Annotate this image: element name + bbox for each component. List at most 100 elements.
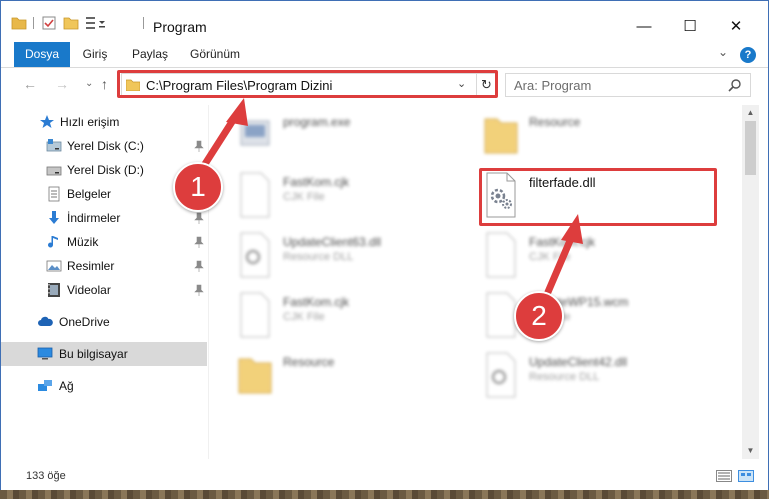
maximize-button[interactable]: ☐ [667,11,713,41]
file-name: FastKom.cjk [283,175,350,189]
address-bar-highlight [117,70,498,98]
tab-view[interactable]: Görünüm [185,42,245,67]
pin-icon[interactable] [194,212,204,224]
sidebar-item-videos[interactable]: Videolar [1,278,207,302]
file-item[interactable]: FastKom.cjk CJK File [237,171,487,227]
search-box[interactable] [505,73,751,97]
sidebar-item-label: OneDrive [59,315,110,329]
folder-item[interactable]: Resource [483,111,733,167]
star-icon [40,115,54,128]
file-name: Resource [529,115,581,129]
sidebar-item-label: Belgeler [67,187,112,201]
sidebar-item-pictures[interactable]: Resimler [1,254,207,278]
sidebar-item-quick-access[interactable]: Hızlı erişim [1,110,207,134]
file-icon [486,232,516,278]
sidebar-item-label: İndirmeler [67,211,121,225]
folder-item[interactable]: Resource [237,351,487,407]
new-folder-icon[interactable] [63,15,79,31]
sidebar-item-label: Ağ [59,379,74,393]
close-button[interactable]: ✕ [713,11,759,41]
sidebar-item-music[interactable]: Müzik [1,230,207,254]
file-type: Resource DLL [283,251,354,263]
sidebar-item-downloads[interactable]: İndirmeler [1,206,207,230]
sidebar-item-label: Hızlı erişim [60,115,120,129]
scroll-down-icon[interactable]: ▼ [742,443,759,459]
details-view-icon[interactable] [716,470,732,482]
customize-quick-access-icon[interactable] [85,15,109,31]
sidebar-item-label: Bu bilgisayar [59,347,128,361]
drive-icon [46,139,62,152]
up-arrow-icon[interactable]: ↑ [101,76,108,92]
videos-icon [48,283,60,297]
file-item[interactable]: UpdateClient42.dll Resource DLL [483,351,733,407]
file-name: program.exe [283,115,351,129]
search-input[interactable] [506,74,726,96]
dll-icon [486,352,516,398]
desktop-background [0,490,769,499]
sidebar-item-label: Videolar [67,283,111,297]
back-arrow-icon[interactable]: ← [23,76,37,92]
sidebar-item-network[interactable]: Ağ [1,374,207,398]
tab-home[interactable]: Giriş [75,42,115,67]
file-type: CJK File [283,191,325,203]
chevron-down-icon[interactable]: ⌄ [718,45,728,59]
music-icon [48,236,58,248]
file-type: CJK File [529,251,571,263]
folder-icon [484,118,518,154]
file-item[interactable]: FastKom.cjk CJK File [237,291,487,347]
separator [143,17,144,29]
ribbon-tabs: Dosya Giriş Paylaş Görünüm ⌄ ? [1,42,768,68]
folder-icon [238,358,272,394]
sidebar-item-label: Yerel Disk (D:) [67,163,144,177]
exe-icon [240,120,270,146]
sidebar-item-label: Resimler [67,259,115,273]
item-count: 133 öğe [26,470,66,482]
separator [33,17,34,29]
forward-arrow-icon[interactable]: → [55,76,69,92]
file-type: CJK File [283,311,325,323]
file-name: FastKom.cjk [283,295,350,309]
dll-icon [240,232,270,278]
file-name: FastKom.cjk [529,235,596,249]
step-badge-2: 2 [514,291,564,341]
properties-icon[interactable] [41,15,57,31]
file-name: Resource [283,355,335,369]
tab-file[interactable]: Dosya [14,42,70,67]
sidebar-item-this-pc[interactable]: Bu bilgisayar [1,342,207,366]
sidebar-item-local-disk-c[interactable]: Yerel Disk (C:) [1,134,207,158]
vertical-scrollbar[interactable]: ▲ ▼ [742,105,759,459]
navigation-pane: Hızlı erişim Yerel Disk (C:) Yerel Disk … [1,105,208,459]
sidebar-item-onedrive[interactable]: OneDrive [1,310,207,334]
search-icon[interactable] [728,78,742,92]
file-item[interactable]: FastKom.cjk CJK File [483,231,733,287]
network-icon [38,380,52,391]
pictures-icon [46,260,62,272]
file-name: UpdateClient42.dll [529,355,628,369]
pin-icon[interactable] [194,140,204,152]
folder-icon[interactable] [11,15,27,31]
tab-share[interactable]: Paylaş [127,42,173,67]
file-icon [240,172,270,218]
minimize-button[interactable]: — [621,11,667,41]
sidebar-item-label: Yerel Disk (C:) [67,139,144,153]
scroll-up-icon[interactable]: ▲ [742,105,759,121]
pin-icon[interactable] [194,260,204,272]
title-bar: Program — ☐ ✕ [1,1,768,41]
documents-icon [48,186,60,202]
recent-locations-icon[interactable]: ⌄ [85,78,93,89]
window-title: Program [153,19,207,35]
download-icon [49,211,59,224]
file-item[interactable]: UpdateClient63.dll Resource DLL [237,231,487,287]
computer-icon [37,347,53,360]
step-badge-1: 1 [173,162,223,212]
pin-icon[interactable] [194,236,204,248]
large-icons-view-icon[interactable] [738,470,754,482]
sidebar-item-label: Müzik [67,235,99,249]
scrollbar-thumb[interactable] [745,121,756,175]
pin-icon[interactable] [194,284,204,296]
file-list: program.exe Resource FastKom.cjk CJK Fil… [209,105,741,459]
help-icon[interactable]: ? [740,47,756,63]
file-item[interactable]: program.exe [237,111,487,167]
status-bar: 133 öğe [1,459,768,490]
file-name: UpdateClient63.dll [283,235,382,249]
